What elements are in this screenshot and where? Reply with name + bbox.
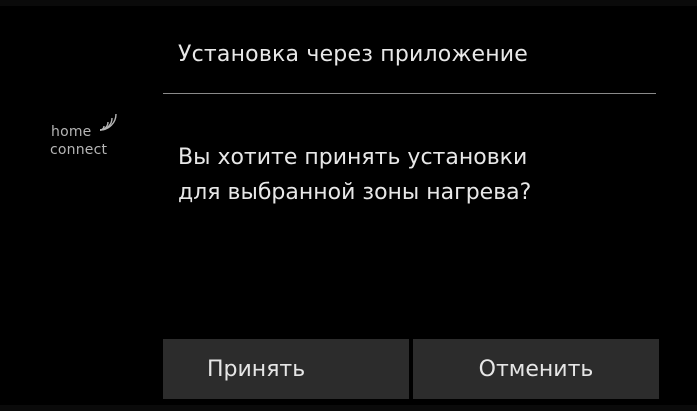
logo-word-home: home [51,124,92,140]
title-divider [163,93,656,94]
app-screen: Установка через приложение home connect … [0,0,697,411]
wifi-signal-icon [99,113,117,131]
dialog-title: Установка через приложение [178,42,529,67]
home-connect-logo: home connect [47,112,147,162]
dialog-message: Вы хотите принять установки для выбранно… [178,140,531,210]
bottom-bezel [0,405,697,411]
message-line-1: Вы хотите принять установки [178,145,528,170]
top-bezel [0,0,697,6]
cancel-button[interactable]: Отменить [413,339,659,399]
accept-button[interactable]: Принять [163,339,409,399]
logo-word-connect: connect [50,142,108,158]
message-line-2: для выбранной зоны нагрева? [178,180,532,205]
